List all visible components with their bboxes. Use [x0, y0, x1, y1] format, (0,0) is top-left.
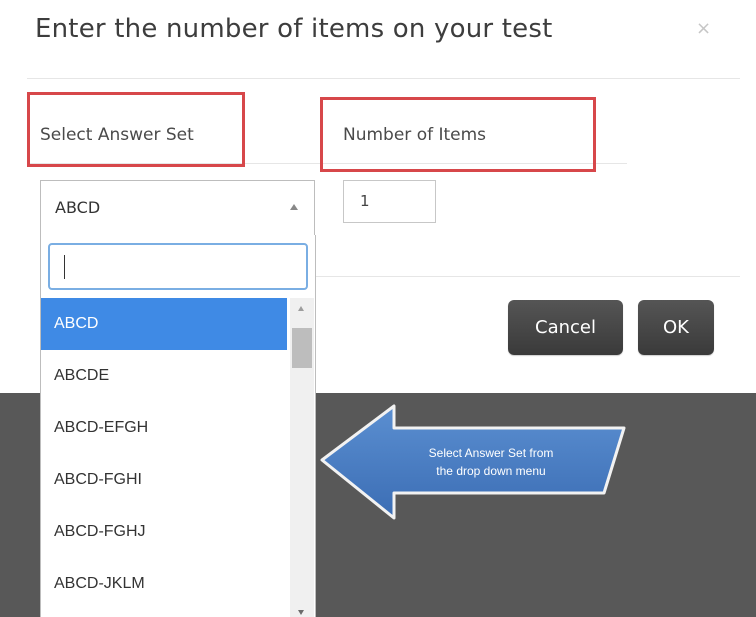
- cancel-button[interactable]: Cancel: [508, 300, 623, 355]
- callout-line-2: the drop down menu: [436, 464, 546, 478]
- dropdown-option[interactable]: ABCD-JKLM: [41, 558, 287, 610]
- answer-set-select[interactable]: ABCD: [40, 180, 315, 235]
- dropdown-option[interactable]: ABCDE: [41, 350, 287, 402]
- callout-text: Select Answer Set from the drop down men…: [396, 444, 586, 480]
- close-icon[interactable]: ×: [696, 18, 711, 39]
- chevron-up-icon: [290, 204, 298, 210]
- text-cursor: [64, 255, 65, 279]
- number-of-items-input[interactable]: 1: [343, 180, 436, 223]
- number-of-items-highlight: [320, 97, 596, 172]
- ok-button[interactable]: OK: [638, 300, 714, 355]
- scrollbar-thumb[interactable]: [292, 328, 312, 368]
- dropdown-option[interactable]: ABCD-FGHI: [41, 454, 287, 506]
- answer-set-dropdown: ABCD ABCDE ABCD-EFGH ABCD-FGHI ABCD-FGHJ…: [40, 235, 316, 617]
- scroll-down-icon[interactable]: [298, 610, 304, 615]
- modal-title: Enter the number of items on your test: [35, 14, 553, 44]
- answer-set-highlight: [27, 92, 245, 167]
- answer-set-selected-value: ABCD: [55, 198, 101, 217]
- dropdown-search-input[interactable]: [48, 243, 308, 290]
- dropdown-scrollbar[interactable]: [290, 298, 314, 617]
- callout-line-1: Select Answer Set from: [428, 446, 554, 460]
- footer-divider: [315, 276, 740, 277]
- scroll-up-icon[interactable]: [298, 306, 304, 311]
- number-of-items-value: 1: [360, 192, 370, 210]
- header-divider: [27, 78, 740, 79]
- dropdown-option[interactable]: ABCD-EFGH: [41, 402, 287, 454]
- dropdown-options-list: ABCD ABCDE ABCD-EFGH ABCD-FGHI ABCD-FGHJ…: [41, 298, 287, 610]
- dropdown-option[interactable]: ABCD: [41, 298, 287, 350]
- dropdown-option[interactable]: ABCD-FGHJ: [41, 506, 287, 558]
